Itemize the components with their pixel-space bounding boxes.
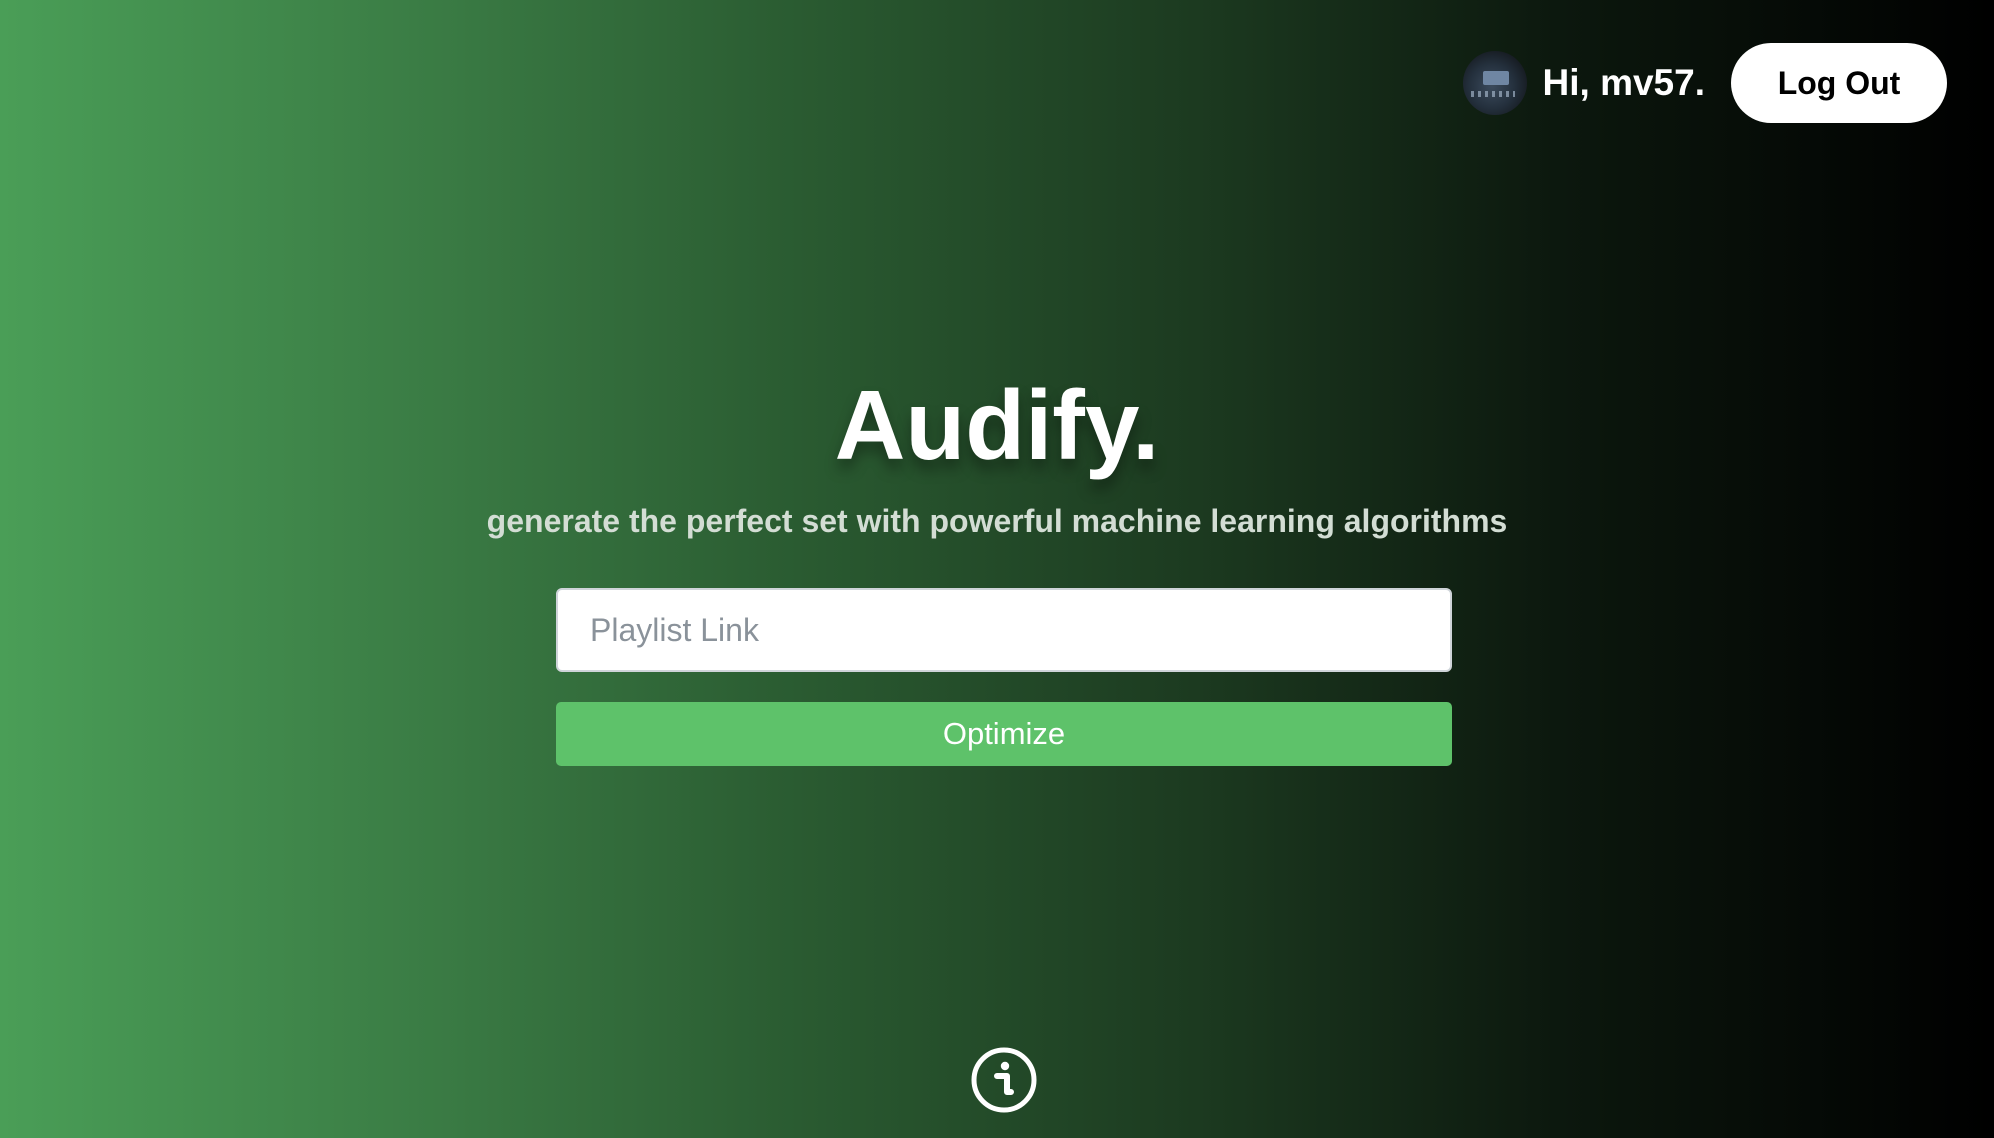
user-avatar: [1462, 51, 1527, 115]
optimize-button[interactable]: Optimize: [556, 702, 1452, 766]
avatar-screen-detail: [1482, 71, 1509, 85]
logout-button[interactable]: Log Out: [1731, 43, 1947, 123]
hero-section: Audify. generate the perfect set with po…: [0, 365, 1994, 541]
avatar-keys-detail: [1470, 91, 1515, 97]
info-icon: [971, 1047, 1037, 1113]
info-button[interactable]: [970, 1046, 1038, 1114]
playlist-form: Optimize: [556, 588, 1452, 766]
user-greeting: Hi, mv57.: [1542, 62, 1705, 103]
top-bar: Hi, mv57. Log Out: [1462, 43, 1947, 123]
app-title: Audify.: [834, 370, 1160, 480]
app-subtitle: generate the perfect set with powerful m…: [486, 503, 1508, 539]
playlist-link-input[interactable]: [556, 588, 1452, 672]
